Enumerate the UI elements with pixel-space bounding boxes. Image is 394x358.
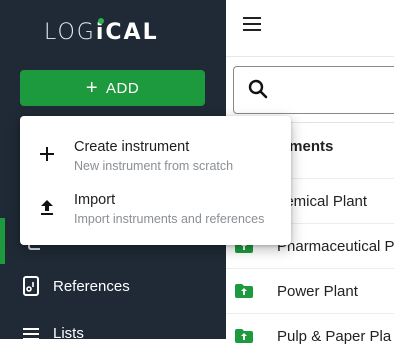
sidebar-item-label: References	[53, 277, 130, 295]
references-icon	[22, 276, 40, 296]
list-item-label: Pharmaceutical P	[277, 237, 394, 255]
sidebar-item-lists[interactable]: Lists	[22, 320, 84, 346]
menu-item-title: Create instrument	[74, 139, 190, 155]
top-bar	[226, 0, 394, 57]
menu-item-subtitle: New instrument from scratch	[74, 159, 234, 173]
folder-upload-icon	[235, 329, 253, 343]
menu-item-import[interactable]: Import Import instruments and references	[20, 180, 291, 232]
plus-icon: +	[85, 77, 98, 99]
list-item[interactable]: Pulp & Paper Pla	[226, 313, 394, 358]
folder-upload-icon	[235, 284, 253, 298]
logo-text-bold: CAL	[105, 19, 159, 45]
search-input[interactable]	[233, 66, 394, 114]
add-button[interactable]: + ADD	[20, 70, 205, 106]
sidebar-item-references[interactable]: References	[22, 273, 130, 299]
menu-item-create-instrument[interactable]: Create instrument New instrument from sc…	[20, 127, 291, 179]
logo-text-light: LOG	[44, 19, 96, 45]
upload-icon	[38, 198, 56, 216]
plus-icon	[38, 145, 56, 163]
add-dropdown-menu: Create instrument New instrument from sc…	[20, 116, 291, 245]
menu-item-subtitle: Import instruments and references	[74, 212, 265, 226]
menu-item-title: Import	[74, 192, 116, 208]
hamburger-menu-icon[interactable]	[243, 17, 261, 31]
list-item[interactable]: Power Plant	[226, 268, 394, 313]
logo-text-i: i	[95, 17, 106, 45]
logical-logo: LOG i CAL	[44, 17, 159, 45]
add-button-label: ADD	[106, 79, 140, 97]
active-nav-indicator	[0, 218, 5, 264]
search-icon	[248, 79, 268, 99]
list-item-label: Power Plant	[277, 282, 358, 300]
list-item-label: Pulp & Paper Pla	[277, 327, 392, 345]
lists-icon	[22, 323, 40, 343]
